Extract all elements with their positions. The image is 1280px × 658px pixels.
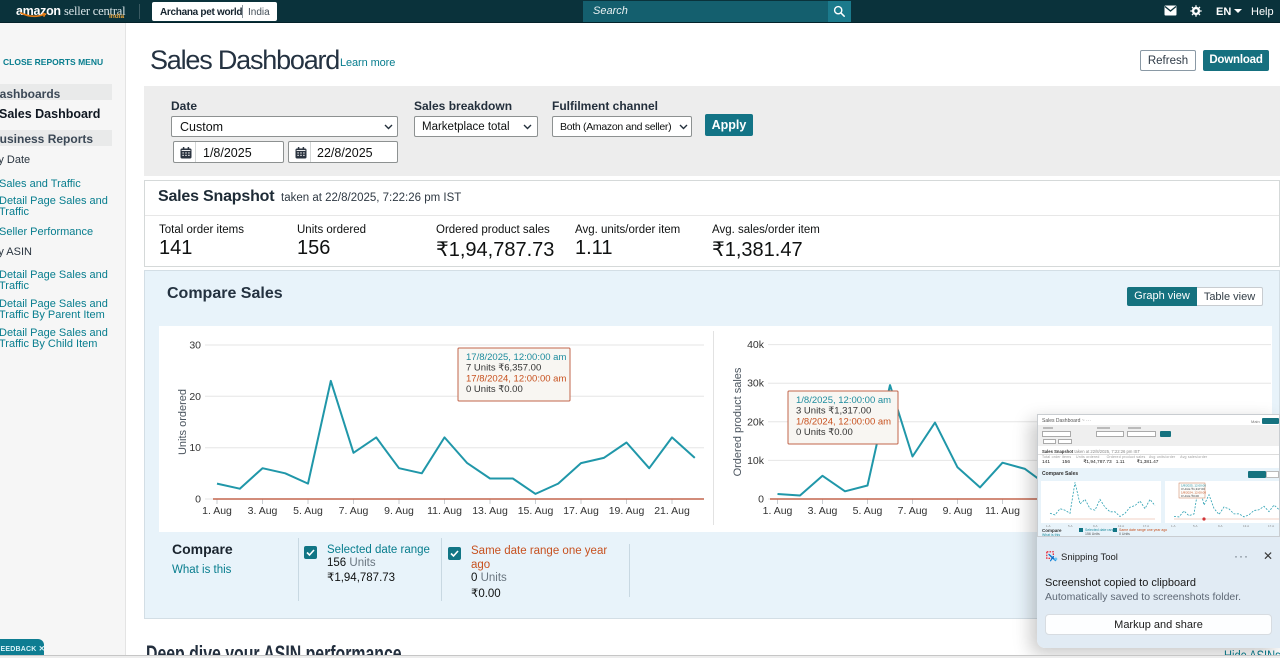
svg-text:0: 0 (758, 494, 764, 506)
svg-text:7. Aug: 7. Aug (898, 505, 928, 517)
svg-text:3. Aug: 3. Aug (248, 505, 278, 517)
svg-text:Units ordered: Units ordered (177, 389, 189, 455)
svg-text:40k: 40k (747, 339, 765, 351)
svg-text:7 Units ₹6,357.00: 7 Units ₹6,357.00 (466, 363, 541, 374)
svg-text:1.A: 1.A (1171, 524, 1176, 528)
svg-text:30k: 30k (747, 378, 765, 390)
svg-text:1. Aug: 1. Aug (202, 505, 232, 517)
svg-text:1. Aug: 1. Aug (763, 505, 793, 517)
svg-text:9. Aug: 9. Aug (943, 505, 973, 517)
svg-text:11. Aug: 11. Aug (985, 505, 1020, 517)
svg-text:3. Aug: 3. Aug (808, 505, 838, 517)
svg-text:3 Units ₹1,317.00: 3 Units ₹1,317.00 (796, 406, 871, 417)
svg-text:9. Aug: 9. Aug (384, 505, 414, 517)
svg-text:5.A: 5.A (1068, 524, 1073, 528)
svg-text:19. Aug: 19. Aug (609, 505, 645, 517)
svg-text:9.A: 9.A (1218, 524, 1223, 528)
svg-text:0 Units ₹0.00: 0 Units ₹0.00 (466, 384, 523, 395)
svg-text:10k: 10k (747, 455, 765, 467)
svg-text:20k: 20k (747, 416, 765, 428)
svg-text:Ordered product sales: Ordered product sales (732, 367, 744, 476)
svg-text:17.A: 17.A (1268, 524, 1274, 528)
svg-text:13.A: 13.A (1243, 524, 1249, 528)
svg-text:5.A: 5.A (1193, 524, 1198, 528)
svg-text:5. Aug: 5. Aug (853, 505, 883, 517)
svg-text:13. Aug: 13. Aug (472, 505, 508, 517)
svg-text:17/8/2024, 12:00:00 am: 17/8/2024, 12:00:00 am (466, 373, 566, 384)
svg-text:1/8/2024, 12:00:00 am: 1/8/2024, 12:00:00 am (796, 416, 891, 427)
svg-text:11. Aug: 11. Aug (427, 505, 462, 517)
svg-text:0 Units ₹0.00: 0 Units ₹0.00 (1181, 494, 1199, 498)
svg-text:1/8/2025, 12:00:00 am: 1/8/2025, 12:00:00 am (796, 395, 891, 406)
svg-text:0: 0 (195, 494, 201, 506)
svg-text:7. Aug: 7. Aug (339, 505, 369, 517)
svg-text:5. Aug: 5. Aug (293, 505, 323, 517)
svg-text:17/8/2025, 12:00:00 am: 17/8/2025, 12:00:00 am (466, 352, 566, 363)
svg-text:30: 30 (189, 340, 201, 352)
svg-text:20: 20 (189, 391, 201, 403)
svg-text:21. Aug: 21. Aug (654, 505, 690, 517)
svg-text:17. Aug: 17. Aug (563, 505, 599, 517)
svg-text:10: 10 (189, 442, 201, 454)
svg-text:0 Units ₹0.00: 0 Units ₹0.00 (796, 427, 853, 438)
svg-text:15. Aug: 15. Aug (518, 505, 554, 517)
